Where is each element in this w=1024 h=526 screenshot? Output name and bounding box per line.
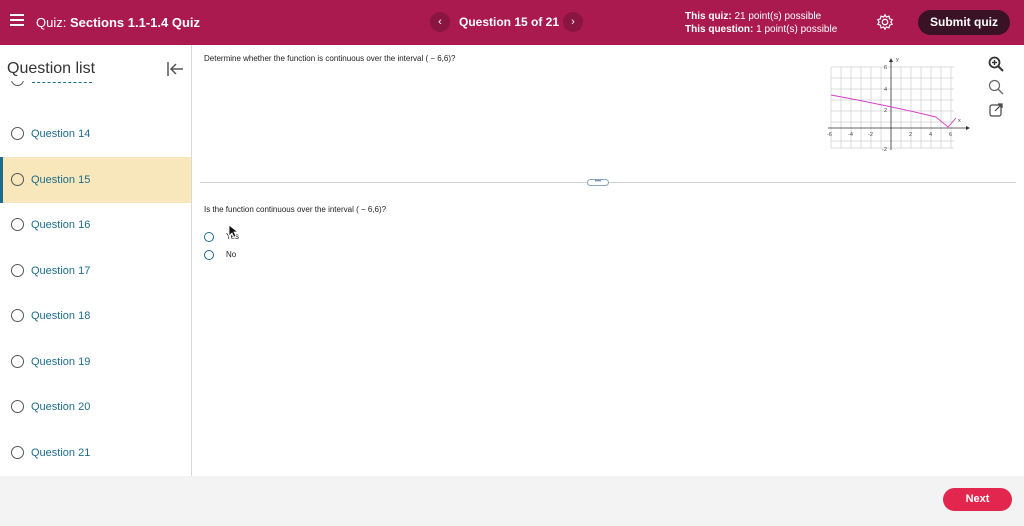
sidebar-item-label: Question 19 <box>31 356 91 368</box>
sidebar-item-label: Question 21 <box>31 447 91 459</box>
radio-icon <box>11 446 24 459</box>
radio-icon <box>11 127 24 140</box>
divider-resize-handle[interactable]: ••• <box>587 179 609 186</box>
radio-icon <box>11 81 24 86</box>
sidebar-item-question-21[interactable]: Question 21 <box>0 430 191 476</box>
sidebar-item-label: Question 17 <box>31 265 91 277</box>
radio-icon <box>11 355 24 368</box>
mouse-cursor-icon <box>228 224 238 238</box>
this-quiz-label: This quiz: <box>685 11 732 22</box>
radio-icon <box>11 173 24 186</box>
y-tick-label: 2 <box>884 108 887 114</box>
x-tick-label: -4 <box>848 132 853 138</box>
sidebar-item-label: Question 14 <box>31 128 91 140</box>
quiz-name: Sections 1.1-1.4 Quiz <box>69 15 201 30</box>
sidebar-item-label: Question 18 <box>31 310 91 322</box>
x-tick-label: 2 <box>909 132 912 138</box>
x-tick-label: -2 <box>868 132 873 138</box>
y-tick-label: 6 <box>884 65 887 71</box>
question-text: Is the function continuous over the inte… <box>204 205 387 214</box>
y-tick-label: -2 <box>882 147 887 151</box>
sidebar-item-question-15[interactable]: Question 15 <box>0 157 191 203</box>
radio-icon <box>11 264 24 277</box>
zoom-in-icon[interactable] <box>987 55 1005 73</box>
points-info: This quiz: 21 point(s) possible This que… <box>685 10 837 36</box>
quiz-prefix: Quiz: <box>36 15 67 30</box>
x-axis-label: x <box>958 118 961 124</box>
previous-question-button[interactable]: ‹ <box>430 12 450 32</box>
answer-label: No <box>226 250 237 259</box>
collapse-sidebar-icon[interactable] <box>166 61 184 77</box>
sidebar-item-question-17[interactable]: Question 17 <box>0 248 191 294</box>
radio-icon <box>11 309 24 322</box>
radio-icon[interactable] <box>204 232 214 242</box>
y-tick-label: 4 <box>884 87 887 93</box>
open-in-new-window-icon[interactable] <box>987 101 1005 119</box>
answer-option-no[interactable]: No <box>204 248 264 262</box>
this-quiz-value: 21 point(s) possible <box>734 11 822 22</box>
zoom-out-icon[interactable] <box>987 78 1005 96</box>
sidebar-item-label: Question 15 <box>31 174 91 186</box>
this-question-label: This question: <box>685 24 754 35</box>
next-question-button[interactable]: › <box>563 12 583 32</box>
submit-quiz-button[interactable]: Submit quiz <box>918 10 1010 35</box>
sidebar-item-label: Question 20 <box>31 401 91 413</box>
x-tick-label: 6 <box>949 132 952 138</box>
footer-bar <box>0 476 1024 526</box>
settings-gear-icon[interactable] <box>876 13 894 31</box>
question-list-sidebar: Question list Question 14 Question 15 Qu… <box>0 45 192 476</box>
sidebar-item-question-20[interactable]: Question 20 <box>0 384 191 430</box>
y-axis-label: y <box>896 57 899 63</box>
radio-icon <box>11 400 24 413</box>
partially-visible-question-item[interactable] <box>10 81 100 91</box>
sidebar-item-label: Question 16 <box>31 219 91 231</box>
top-bar: Quiz: Sections 1.1-1.4 Quiz ‹ Question 1… <box>0 0 1024 45</box>
this-question-value: 1 point(s) possible <box>756 24 838 35</box>
sidebar-item-question-18[interactable]: Question 18 <box>0 293 191 339</box>
x-tick-label: -6 <box>827 132 832 138</box>
function-graph[interactable]: y x -6 -4 -2 2 4 6 6 4 2 -2 <box>826 55 971 151</box>
next-button[interactable]: Next <box>943 488 1012 511</box>
quiz-title: Quiz: Sections 1.1-1.4 Quiz <box>36 15 200 30</box>
sidebar-item-question-14[interactable]: Question 14 <box>0 111 191 157</box>
sidebar-item-question-16[interactable]: Question 16 <box>0 202 191 248</box>
x-tick-label: 4 <box>929 132 932 138</box>
hamburger-menu-icon[interactable] <box>10 14 24 28</box>
question-prompt: Determine whether the function is contin… <box>204 54 456 63</box>
radio-icon <box>11 218 24 231</box>
sidebar-item-question-19[interactable]: Question 19 <box>0 339 191 385</box>
sidebar-title: Question list <box>7 60 96 77</box>
radio-icon[interactable] <box>204 250 214 260</box>
question-counter: Question 15 of 21 <box>459 15 560 29</box>
